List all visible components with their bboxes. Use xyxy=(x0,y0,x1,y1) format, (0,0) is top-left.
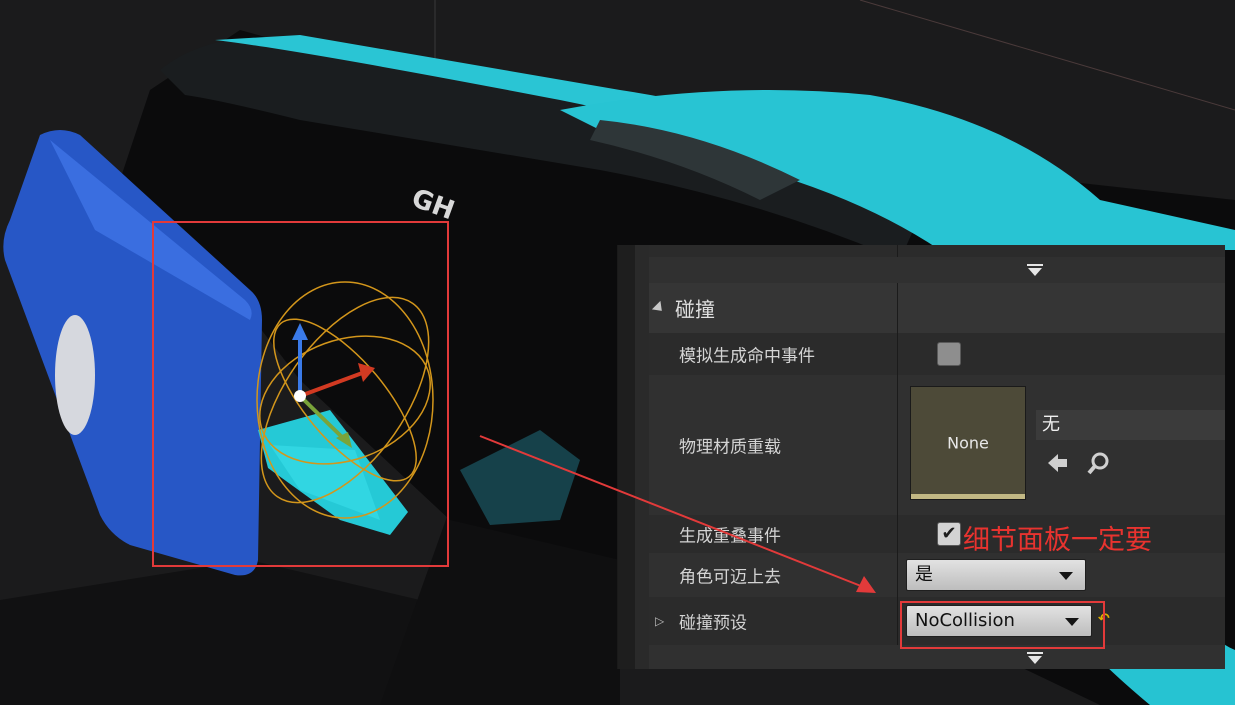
show-advanced-icon[interactable] xyxy=(1025,651,1045,665)
step-up-dropdown[interactable]: 是 xyxy=(906,559,1086,591)
property-label: 生成重叠事件 xyxy=(679,526,781,547)
dropdown-value: 是 xyxy=(915,564,933,585)
gizmo-highlight-box xyxy=(152,221,449,567)
overlap-events-checkbox[interactable]: ✔ xyxy=(937,522,961,546)
advanced-expander-top[interactable] xyxy=(649,257,1225,284)
show-advanced-icon[interactable] xyxy=(1025,263,1045,277)
annotation-text: 细节面板一定要 xyxy=(963,525,1152,556)
property-label: 碰撞预设 xyxy=(679,613,747,634)
sim-hit-events-checkbox[interactable] xyxy=(937,342,961,366)
chevron-down-icon xyxy=(1059,572,1073,580)
property-label: 物理材质重载 xyxy=(679,437,781,458)
asset-thumbnail[interactable]: None xyxy=(910,386,1026,500)
thumbnail-label: None xyxy=(947,433,989,453)
category-collision[interactable]: 碰撞 xyxy=(649,283,1225,334)
collision-preset-highlight-box xyxy=(900,601,1105,649)
checkmark-icon: ✔ xyxy=(941,523,957,544)
search-icon[interactable] xyxy=(1086,450,1112,476)
property-label: 角色可迈上去 xyxy=(679,567,781,588)
collapse-arrow-icon[interactable] xyxy=(651,300,667,316)
property-row-sim-hit-events: 模拟生成命中事件 xyxy=(649,333,1225,376)
thumbnail-type-bar xyxy=(911,494,1025,499)
panel-indent-gutter xyxy=(635,245,650,669)
panel-left-gutter xyxy=(618,245,636,669)
expand-arrow-icon[interactable]: ▷ xyxy=(655,614,664,628)
asset-picker-combo[interactable]: 无 xyxy=(1036,410,1225,440)
category-label: 碰撞 xyxy=(675,297,715,322)
property-label: 模拟生成命中事件 xyxy=(679,346,815,367)
arrow-left-icon[interactable] xyxy=(1045,450,1071,476)
